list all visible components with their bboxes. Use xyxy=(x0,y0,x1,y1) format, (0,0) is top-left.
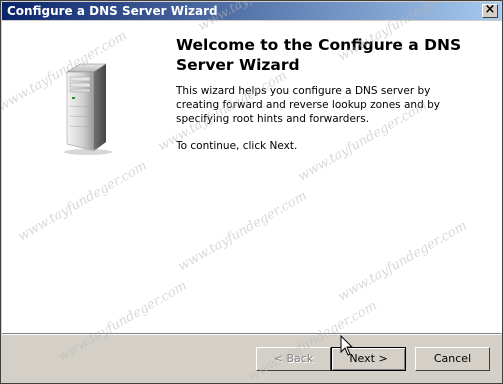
continue-instruction: To continue, click Next. xyxy=(176,140,298,152)
wizard-description: This wizard helps you configure a DNS se… xyxy=(176,85,440,125)
close-icon: × xyxy=(484,2,496,17)
wizard-heading: Welcome to the Configure a DNS Server Wi… xyxy=(176,36,462,74)
wizard-window: Configure a DNS Server Wizard × Welcome … xyxy=(0,0,503,384)
cancel-button[interactable]: Cancel xyxy=(415,347,490,371)
button-separator xyxy=(2,333,501,335)
title-bar[interactable]: Configure a DNS Server Wizard × xyxy=(2,2,501,20)
server-icon xyxy=(64,63,112,155)
wizard-content-panel: Welcome to the Configure a DNS Server Wi… xyxy=(165,21,502,333)
window-title: Configure a DNS Server Wizard xyxy=(7,4,218,18)
close-button[interactable]: × xyxy=(482,2,498,18)
back-button[interactable]: < Back xyxy=(256,347,331,371)
wizard-side-panel xyxy=(2,21,165,333)
mouse-cursor-icon xyxy=(340,335,354,356)
